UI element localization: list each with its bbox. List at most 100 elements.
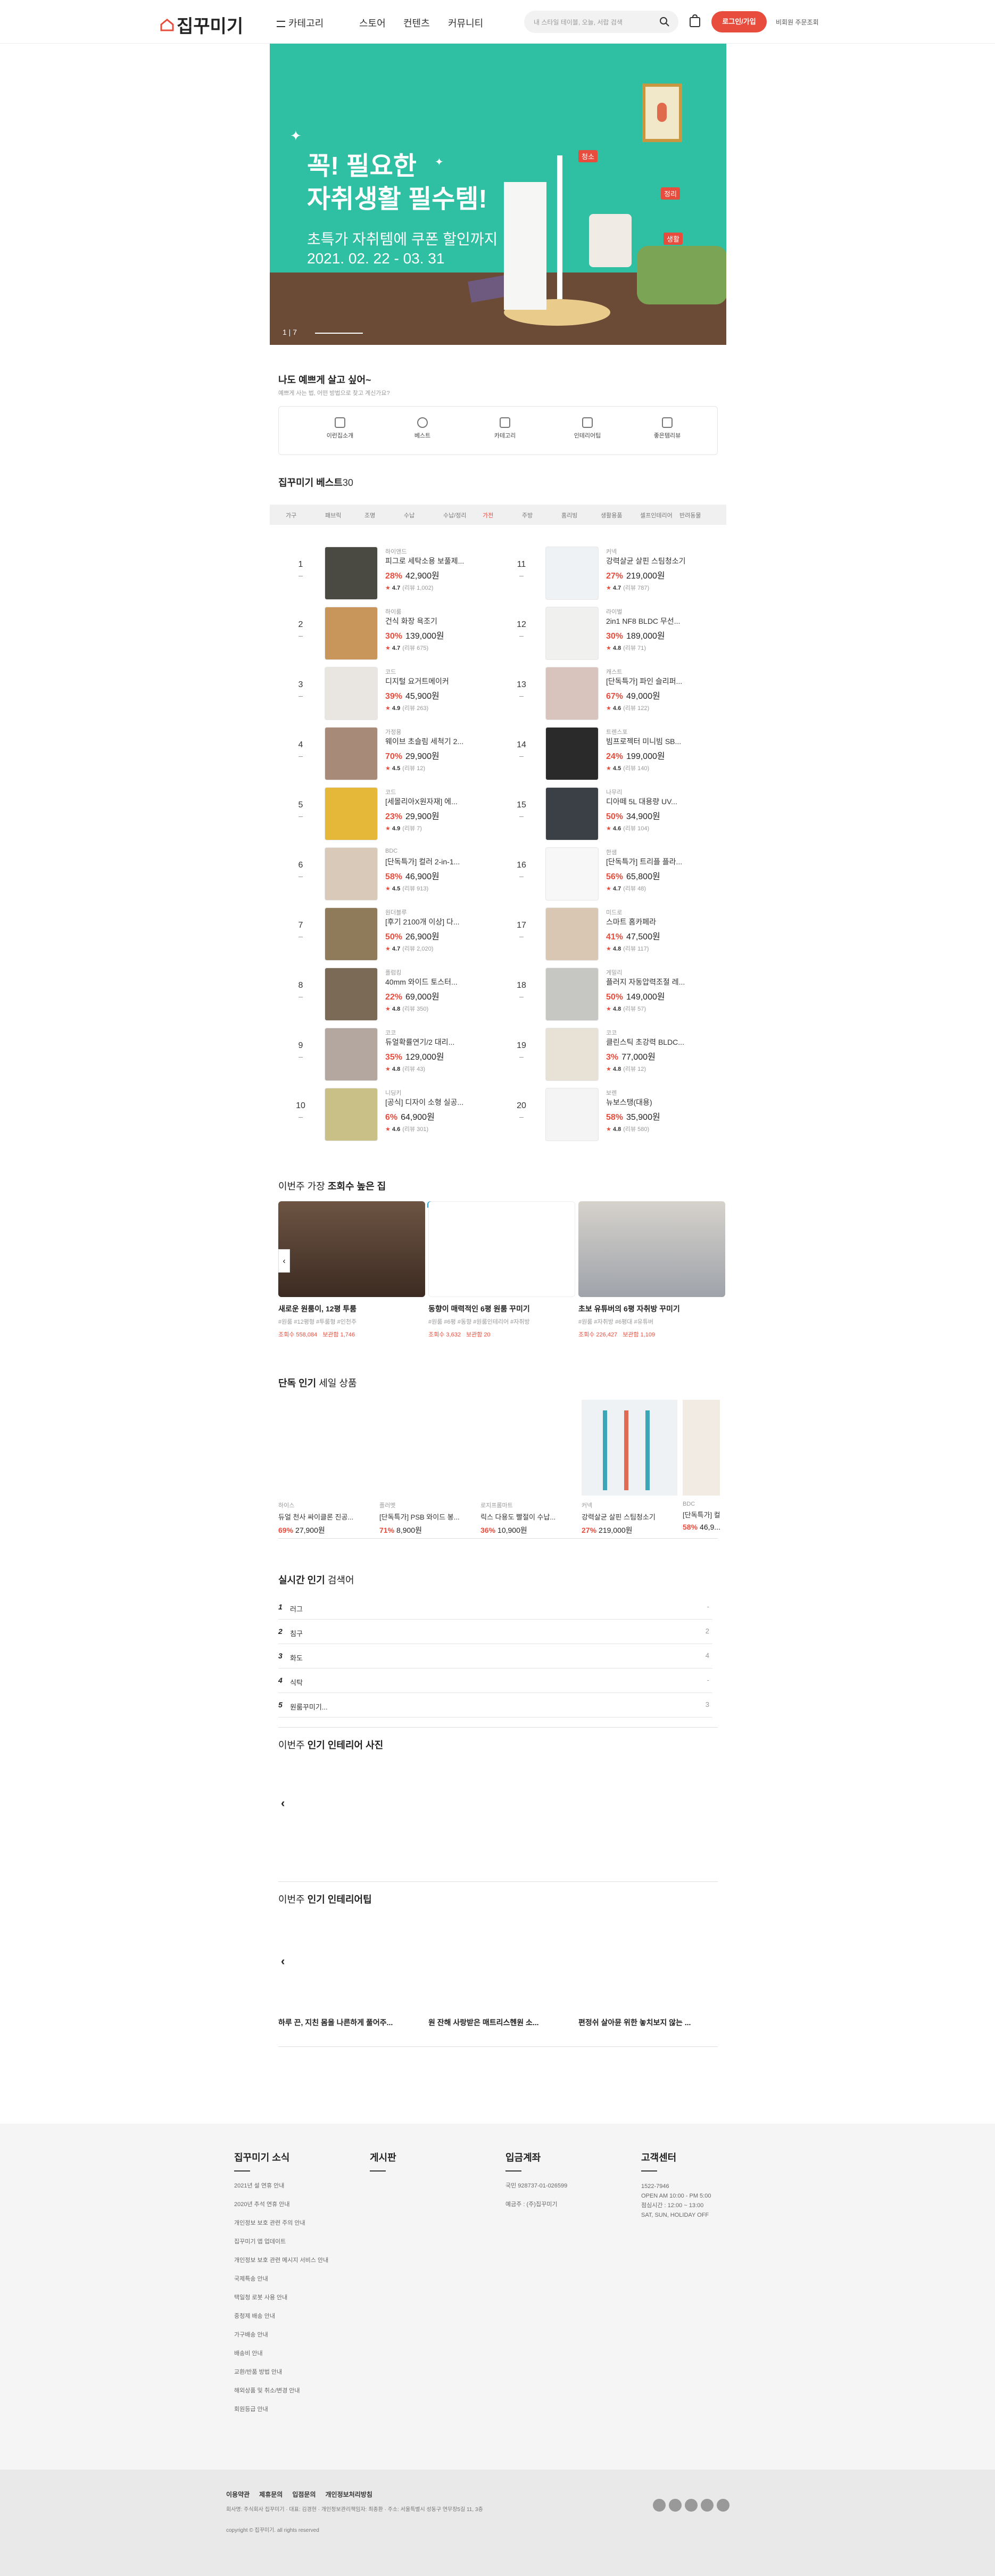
rank-item[interactable]: 12 라이벌 2in1 NF8 BLDC 무선... 30% 189,000원 ★ 4.8…	[513, 604, 732, 660]
best-tab[interactable]: 조명	[364, 511, 375, 519]
product-name[interactable]: [후기 2100개 이상] 다...	[385, 917, 465, 927]
product-card[interactable]: 커넥 강력살균 살핀 스팀청소기 27% 219,000원	[582, 1400, 677, 1535]
product-name[interactable]: 빔프로젝터 미니빔 SB...	[606, 736, 686, 747]
bottom-link[interactable]: 개인정보처리방침	[326, 2491, 372, 2498]
product-name[interactable]: 40mm 와이드 토스터...	[385, 977, 465, 987]
best-tab[interactable]: 수납/정리	[443, 511, 467, 519]
product-thumbnail[interactable]	[325, 1088, 378, 1141]
product-name[interactable]: 강력살균 살핀 스팀청소기	[582, 1512, 677, 1522]
rank-item[interactable]: 10 니딩키 [공식] 디자이 소형 실공... 6% 64,900원 ★ 4.6 (리뷰 …	[293, 1085, 511, 1141]
product-name[interactable]: 건식 화장 욕조기	[385, 616, 465, 626]
product-thumbnail[interactable]	[545, 907, 599, 961]
rank-item[interactable]: 16 한샘 [단독특가] 트리플 플라... 56% 65,800원 ★ 4.7 (리뷰 4…	[513, 845, 732, 901]
nav-store[interactable]: 스토어	[359, 16, 386, 30]
product-card[interactable]: BDC [단독특가] 컬... 58%46,9...	[683, 1400, 720, 1531]
rank-item[interactable]: 15 나무리 디아떼 5L 대용량 UV... 50% 34,900원 ★ 4.6 (리뷰 …	[513, 785, 732, 840]
product-name[interactable]: 뉴보스탱(대용)	[606, 1097, 686, 1108]
product-thumbnail[interactable]	[545, 547, 599, 600]
product-thumbnail[interactable]	[325, 907, 378, 961]
best-tab[interactable]: 가전	[483, 511, 493, 519]
product-card[interactable]: 하이스 듀얼 천사 싸이클론 진공... 69% 27,900원	[278, 1400, 374, 1535]
product-thumbnail[interactable]	[325, 607, 378, 660]
house-image[interactable]	[278, 1201, 425, 1297]
tip-title[interactable]: 원 잔해 사랑받은 매트리스헨원 소...	[428, 2017, 572, 2028]
product-image[interactable]	[683, 1400, 720, 1496]
product-image[interactable]	[379, 1400, 475, 1496]
product-name[interactable]: 디아떼 5L 대용량 UV...	[606, 796, 686, 807]
blog-icon[interactable]	[685, 2499, 698, 2512]
best-tab[interactable]: 반려동물	[679, 511, 701, 519]
product-thumbnail[interactable]	[545, 847, 599, 901]
product-name[interactable]: [단독특가] 파인 슬리퍼...	[606, 676, 686, 687]
product-thumbnail[interactable]	[545, 968, 599, 1021]
footer-link[interactable]: 택일청 로봇 사용 안내	[234, 2293, 328, 2302]
product-thumbnail[interactable]	[545, 607, 599, 660]
rank-item[interactable]: 20 보렌 뉴보스탱(대용) 58% 35,900원 ★ 4.8 (리뷰 580)	[513, 1085, 732, 1141]
guest-order-link[interactable]: 비회원 주문조회	[776, 18, 819, 27]
shortcut-best[interactable]: 베스트	[391, 417, 454, 440]
rank-item[interactable]: 11 커넥 강력살균 살핀 스팀청소기 27% 219,000원 ★ 4.7 (리뷰 787…	[513, 544, 732, 600]
youtube-icon[interactable]	[717, 2499, 729, 2512]
product-name[interactable]: 디지털 요거트메이커	[385, 676, 465, 687]
product-image[interactable]	[582, 1400, 677, 1496]
footer-link[interactable]: 개인정보 보호 관련 메시지 서비스 안내	[234, 2256, 328, 2265]
rank-item[interactable]: 19 코코 클린스틱 초강력 BLDC... 3% 77,000원 ★ 4.8 (리뷰 12…	[513, 1025, 732, 1081]
rank-item[interactable]: 17 미드로 스마트 홈카페라 41% 47,500원 ★ 4.8 (리뷰 117)	[513, 905, 732, 961]
search-icon[interactable]	[659, 16, 670, 27]
product-thumbnail[interactable]	[325, 847, 378, 901]
keyword-term[interactable]: 원룸꾸미기...	[290, 1702, 328, 1712]
login-button[interactable]: 로그인/가입	[711, 11, 767, 32]
product-thumbnail[interactable]	[325, 968, 378, 1021]
footer-link[interactable]: 교환/반품 방법 안내	[234, 2368, 328, 2376]
rank-item[interactable]: 7 원더블루 [후기 2100개 이상] 다... 50% 26,900원 ★ 4.7 (리…	[293, 905, 511, 961]
photos-prev-arrow-icon[interactable]: ‹	[281, 1796, 285, 1810]
footer-link[interactable]: 중청제 배송 안내	[234, 2312, 328, 2321]
product-name[interactable]: 듀얼 천사 싸이클론 진공...	[278, 1512, 374, 1522]
footer-link[interactable]: 국제특송 안내	[234, 2275, 328, 2283]
product-name[interactable]: [공식] 디자이 소형 실공...	[385, 1097, 465, 1108]
nav-community[interactable]: 커뮤니티	[448, 16, 483, 30]
tips-prev-arrow-icon[interactable]: ‹	[281, 1954, 285, 1968]
house-image[interactable]	[578, 1201, 725, 1297]
product-name[interactable]: [세몰리아X원자재] 에...	[385, 796, 465, 807]
site-logo[interactable]: 집꾸미기	[160, 12, 243, 38]
house-title[interactable]: 초보 유튜버의 6평 자취방 꾸미기	[578, 1303, 725, 1314]
rank-item[interactable]: 13 캐스트 [단독특가] 파인 슬리퍼... 67% 49,000원 ★ 4.6 (리뷰 …	[513, 664, 732, 720]
footer-link[interactable]: SAT, SUN, HOLIDAY OFF	[641, 2211, 711, 2219]
keyword-term[interactable]: 화도	[290, 1653, 303, 1663]
house-prev-button[interactable]: ‹	[278, 1249, 290, 1273]
shortcut-review[interactable]: 좋은템리뷰	[635, 417, 699, 440]
rank-item[interactable]: 6 BDC [단독특가] 컬러 2-in-1... 58% 46,900원 ★ 4.5 (리…	[293, 845, 511, 901]
product-name[interactable]: 스마트 홈카페라	[606, 917, 686, 927]
kakao-icon[interactable]	[701, 2499, 714, 2512]
house-title[interactable]: 동향이 매력적인 6평 원룸 꾸미기	[428, 1303, 575, 1314]
rank-item[interactable]: 5 코드 [세몰리아X원자재] 에... 23% 29,900원 ★ 4.9 (리뷰 7)	[293, 785, 511, 840]
footer-link[interactable]: 2021년 설 연휴 안내	[234, 2182, 328, 2190]
house-card[interactable]: 초보 유튜버의 6평 자취방 꾸미기 #원룸 #자취방 #6평대 #유튜버 조회수 …	[578, 1201, 725, 1339]
footer-link[interactable]: OPEN AM 10:00 - PM 5:00	[641, 2192, 711, 2200]
footer-link[interactable]: 점심시간 : 12:00 ~ 13:00	[641, 2201, 711, 2210]
shortcut-interior-tip[interactable]: 인테리어팁	[555, 417, 619, 440]
rank-item[interactable]: 9 코코 듀얼확률연기/2 대리... 35% 129,000원 ★ 4.8 (리뷰 43)	[293, 1025, 511, 1081]
keyword-row[interactable]: 1 러그 -	[278, 1595, 712, 1620]
keyword-row[interactable]: 3 화도 4	[278, 1644, 712, 1669]
shortcut-house-tour[interactable]: 이런집소개	[308, 417, 372, 440]
hero-next-arrow-icon[interactable]	[315, 333, 363, 334]
product-image[interactable]	[480, 1400, 576, 1496]
product-thumbnail[interactable]	[325, 667, 378, 720]
product-thumbnail[interactable]	[325, 1028, 378, 1081]
rank-item[interactable]: 18 게밀리 플러지 자동압력조절 레... 50% 149,000원 ★ 4.8 (리뷰 …	[513, 965, 732, 1021]
product-name[interactable]: [단독특가] 컬러 2-in-1...	[385, 856, 465, 867]
product-thumbnail[interactable]	[545, 727, 599, 780]
house-title[interactable]: 새로운 원룸이, 12평 투룸	[278, 1303, 425, 1314]
product-name[interactable]: [단독특가] PSB 와이드 봉...	[379, 1512, 475, 1522]
instagram-icon[interactable]	[653, 2499, 666, 2512]
footer-link[interactable]: 배송비 안내	[234, 2349, 328, 2358]
best-tab[interactable]: 수납	[404, 511, 414, 519]
hero-banner[interactable]: 청소 정리 생활 ✦ ✦ 꼭! 필요한 자취생활 필수템! 초특가 자취템에 쿠…	[270, 44, 726, 345]
tip-title[interactable]: 하루 끈, 지친 몸을 나른하게 풀어주...	[278, 2017, 422, 2028]
footer-link[interactable]: 개인정보 보호 관련 주의 안내	[234, 2219, 328, 2227]
product-name[interactable]: 2in1 NF8 BLDC 무선...	[606, 616, 686, 626]
best-tab[interactable]: 패브릭	[325, 511, 341, 519]
product-thumbnail[interactable]	[545, 787, 599, 840]
